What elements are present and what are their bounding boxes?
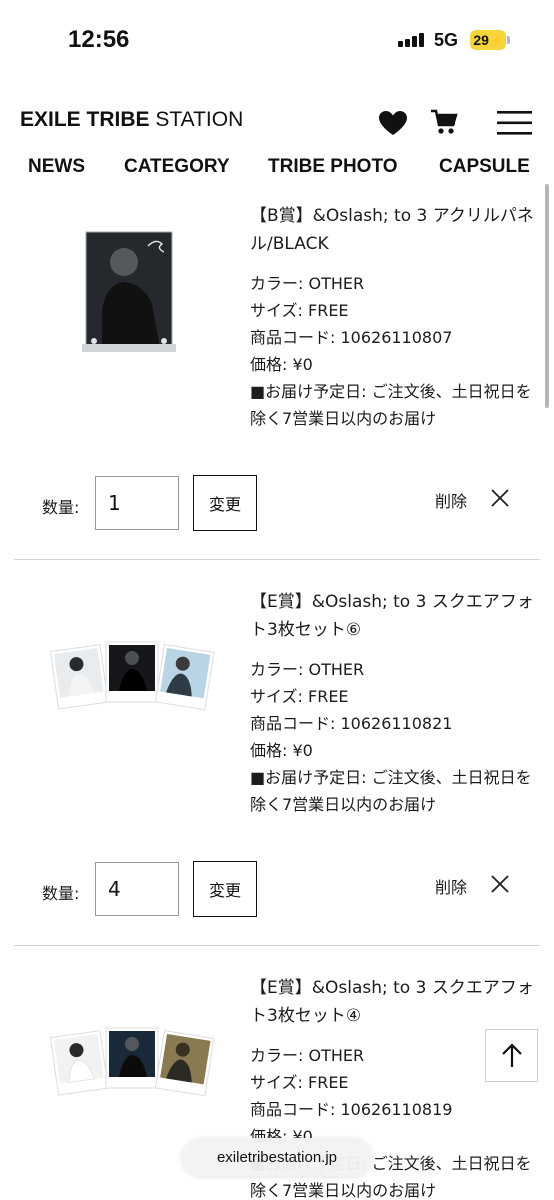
product-image-square-photo-set[interactable] [48, 620, 218, 780]
menu-icon[interactable] [497, 110, 533, 140]
item-color: カラー: OTHER [250, 660, 365, 679]
nav-news[interactable]: NEWS [28, 156, 85, 178]
close-icon[interactable] [490, 874, 510, 894]
network-type: 5G [434, 30, 459, 50]
logo-light: STATION [155, 108, 244, 131]
url-text: exiletribestation.jp [216, 1148, 338, 1166]
close-icon[interactable] [490, 488, 510, 508]
browser-url-bar[interactable]: exiletribestation.jp [182, 1138, 372, 1176]
back-to-top-button[interactable] [485, 1029, 538, 1082]
quantity-label: 数量: [42, 884, 80, 903]
item-code: 商品コード: 10626110819 [250, 1100, 453, 1119]
heart-icon[interactable] [378, 110, 408, 140]
cart-item: 【B賞】&Oslash; to 3 アクリルパネル/BLACK カラー: OTH… [14, 200, 540, 560]
battery-level: 29 [473, 32, 489, 48]
cart-item: 【E賞】&Oslash; to 3 スクエアフォト3枚セット⑥ カラー: OTH… [14, 586, 540, 946]
site-header: EXILE TRIBE STATION [0, 100, 554, 146]
change-quantity-button[interactable]: 変更 [193, 475, 257, 531]
item-size: サイズ: FREE [250, 687, 349, 706]
divider [14, 559, 540, 560]
nav-tribe-photo[interactable]: TRIBE PHOTO [268, 156, 398, 178]
delete-link[interactable]: 削除 [435, 488, 467, 512]
change-quantity-button[interactable]: 変更 [193, 861, 257, 917]
signal-icon [398, 33, 428, 47]
global-nav: NEWS CATEGORY TRIBE PHOTO CAPSULE [0, 152, 554, 188]
cart-icon[interactable] [430, 108, 458, 140]
logo-bold: EXILE TRIBE [20, 108, 150, 131]
item-delivery: ■お届け予定日: ご注文後、土日祝日を除く7営業日以内のお届け [250, 382, 532, 428]
nav-capsule[interactable]: CAPSULE [439, 156, 530, 178]
item-color: カラー: OTHER [250, 274, 365, 293]
item-title[interactable]: 【B賞】&Oslash; to 3 アクリルパネル/BLACK [250, 202, 540, 258]
status-time: 12:56 [68, 26, 130, 53]
item-title[interactable]: 【E賞】&Oslash; to 3 スクエアフォト3枚セット⑥ [250, 588, 540, 644]
item-price: 価格: ¥0 [250, 355, 313, 374]
delete-link[interactable]: 削除 [435, 874, 467, 898]
nav-category[interactable]: CATEGORY [124, 156, 230, 178]
battery-tip [507, 36, 510, 44]
quantity-label: 数量: [42, 498, 80, 517]
quantity-input[interactable] [95, 476, 179, 530]
site-logo[interactable]: EXILE TRIBE STATION [20, 108, 243, 132]
item-code: 商品コード: 10626110807 [250, 328, 453, 347]
product-image-acrylic-panel[interactable] [44, 228, 214, 388]
item-delivery: ■お届け予定日: ご注文後、土日祝日を除く7営業日以内のお届け [250, 768, 532, 814]
item-details: 【B賞】&Oslash; to 3 アクリルパネル/BLACK カラー: OTH… [250, 202, 540, 432]
item-code: 商品コード: 10626110821 [250, 714, 453, 733]
battery-icon: 29 ⚡ [470, 30, 506, 50]
item-title[interactable]: 【E賞】&Oslash; to 3 スクエアフォト3枚セット④ [250, 974, 540, 1030]
item-details: 【E賞】&Oslash; to 3 スクエアフォト3枚セット⑥ カラー: OTH… [250, 588, 540, 818]
item-size: サイズ: FREE [250, 301, 349, 320]
divider [14, 945, 540, 946]
scrollbar[interactable] [545, 184, 549, 408]
arrow-up-icon [501, 1042, 522, 1067]
status-bar: 12:56 5G 29 ⚡ [0, 0, 554, 80]
item-price: 価格: ¥0 [250, 741, 313, 760]
quantity-input[interactable] [95, 862, 179, 916]
